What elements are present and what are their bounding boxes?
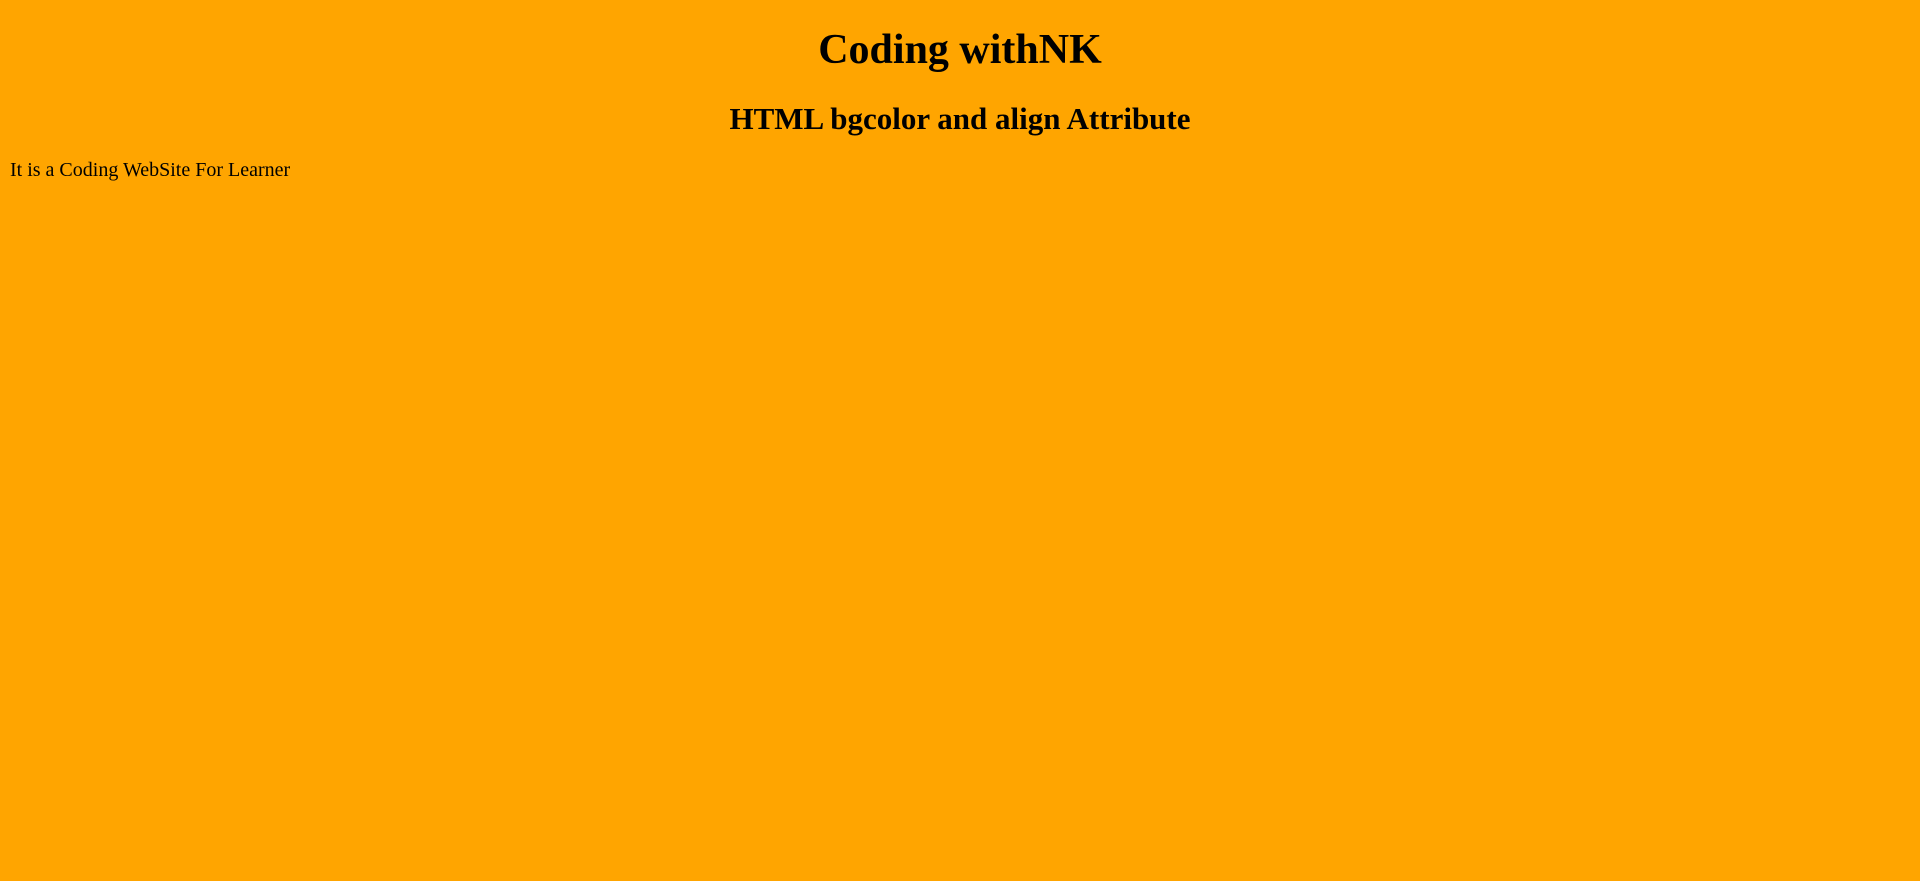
intro-paragraph: It is a Coding WebSite For Learner: [10, 159, 291, 181]
page-subtitle: HTML bgcolor and align Attribute: [729, 101, 1191, 136]
page-title: Coding withNK: [818, 27, 1102, 73]
page-body: Coding withNK HTML bgcolor and align Att…: [0, 0, 1920, 881]
